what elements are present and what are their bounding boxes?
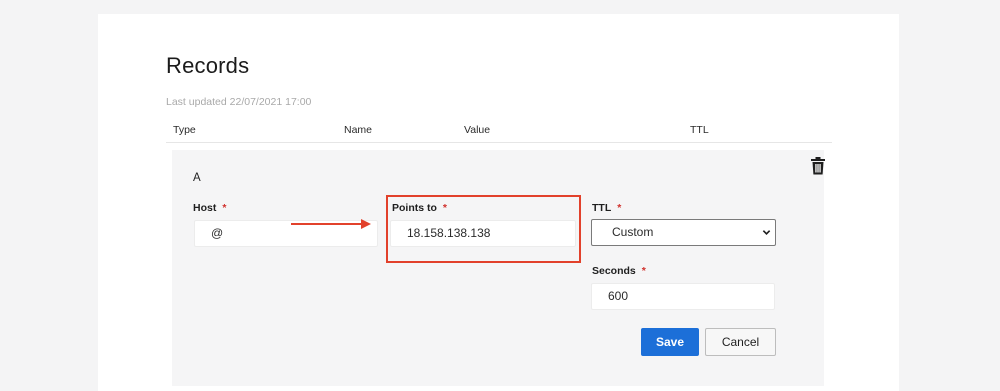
column-header-type: Type	[173, 124, 196, 136]
cancel-button[interactable]: Cancel	[705, 328, 776, 356]
save-button[interactable]: Save	[641, 328, 699, 356]
annotation-arrow	[291, 219, 371, 229]
record-type: A	[193, 172, 201, 184]
required-marker: *	[222, 202, 227, 214]
column-header-value: Value	[464, 124, 491, 136]
host-label: Host *	[193, 202, 227, 214]
points-to-input[interactable]: 18.158.138.138	[390, 220, 576, 247]
required-marker: *	[442, 202, 448, 214]
ttl-select[interactable]: Custom	[591, 219, 776, 246]
chevron-down-icon	[762, 230, 771, 235]
page-title: Records	[166, 53, 250, 78]
ttl-label: TTL *	[592, 202, 622, 214]
records-card: Records Last updated 22/07/2021 17:00 Ty…	[98, 14, 899, 391]
column-header-name: Name	[344, 124, 373, 136]
header-divider	[166, 142, 832, 143]
last-updated-text: Last updated 22/07/2021 17:00	[166, 96, 312, 108]
required-marker: *	[617, 202, 622, 214]
points-to-label: Points to *	[392, 202, 448, 214]
seconds-input[interactable]: 600	[591, 283, 775, 310]
seconds-label: Seconds *	[592, 265, 646, 277]
ttl-selected-value: Custom	[612, 225, 654, 239]
column-header-ttl: TTL	[690, 124, 709, 136]
trash-icon[interactable]	[810, 157, 826, 175]
required-marker: *	[641, 265, 646, 277]
